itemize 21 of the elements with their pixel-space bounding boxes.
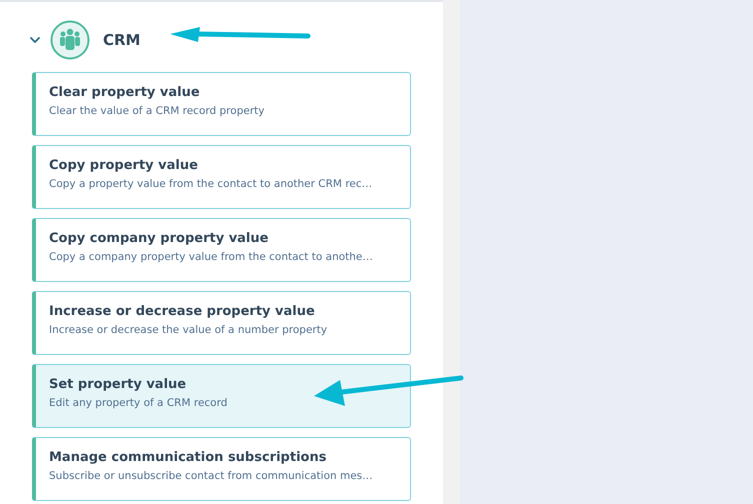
action-title: Increase or decrease property value	[49, 304, 316, 319]
action-description: Edit any property of a CRM record	[49, 397, 228, 409]
action-description: Subscribe or unsubscribe contact from communication mes…	[49, 470, 374, 482]
group-title: CRM	[103, 31, 140, 49]
action-description: Copy a company property value from the contact to anothe…	[49, 251, 374, 263]
action-card[interactable]: Clear property value Clear the value of a CRM record property	[32, 72, 411, 136]
people-icon	[50, 20, 90, 60]
action-card[interactable]: Manage communication subscriptions Subscribe or unsubscribe contact from communication mes…	[32, 437, 411, 501]
action-title: Clear property value	[49, 85, 201, 100]
action-description: Copy a property value from the contact to another CRM rec…	[49, 178, 374, 190]
chevron-icon	[29, 34, 41, 46]
action-card[interactable]: Set property value Edit any property of a CRM record	[32, 364, 411, 428]
action-description: Clear the value of a CRM record property	[49, 105, 266, 117]
action-title: Manage communication subscriptions	[49, 450, 328, 465]
action-title: Copy company property value	[49, 231, 270, 246]
action-card[interactable]: Copy property value Copy a property value from the contact to another CRM rec…	[32, 145, 411, 209]
action-card[interactable]: Increase or decrease property value Increase or decrease the value of a number property	[32, 291, 411, 355]
action-title: Copy property value	[49, 158, 199, 173]
action-title: Set property value	[49, 377, 188, 392]
action-card[interactable]: Copy company property value Copy a company property value from the contact to anothe…	[32, 218, 411, 282]
action-description: Increase or decrease the value of a number property	[49, 324, 328, 336]
